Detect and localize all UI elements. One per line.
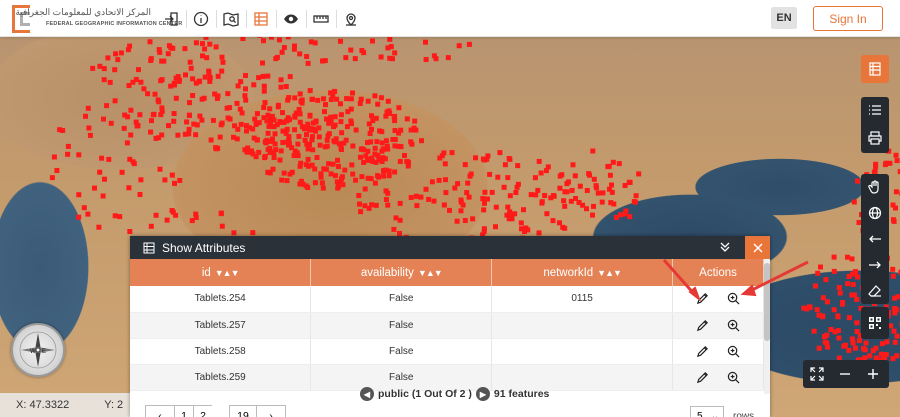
location-pin-icon[interactable] bbox=[336, 8, 366, 30]
panel-header: Show Attributes bbox=[130, 236, 770, 259]
info-icon[interactable] bbox=[186, 8, 216, 30]
features-count: 91 features bbox=[493, 388, 550, 400]
navigation-tools-group bbox=[861, 174, 889, 304]
fullscreen-icon[interactable] bbox=[803, 360, 831, 388]
column-header-id[interactable]: id ▼▲▼ bbox=[130, 259, 312, 286]
scrollbar-thumb[interactable] bbox=[764, 263, 770, 341]
table-row: Tablets.258 False bbox=[130, 338, 764, 365]
coordinate-readout: X: 47.3322 Y: 2 bbox=[0, 393, 135, 417]
filter-sort-icon[interactable]: ▼▲▼ bbox=[418, 268, 443, 278]
layer-tools-group bbox=[861, 97, 889, 153]
zoom-to-feature-icon[interactable] bbox=[727, 371, 740, 384]
top-header: المركز الاتحادي للمعلومات الجغرافية FEDE… bbox=[0, 0, 900, 37]
cell-availability: False bbox=[310, 286, 493, 313]
edit-pencil-icon[interactable] bbox=[696, 292, 709, 305]
language-toggle[interactable]: EN bbox=[771, 7, 797, 29]
globe-icon[interactable] bbox=[861, 200, 889, 226]
compass-rose-icon: W E bbox=[19, 331, 57, 369]
rows-per-page-value: 5 bbox=[697, 410, 703, 417]
qr-code-icon[interactable] bbox=[861, 310, 889, 336]
table-row: Tablets.254 False 0115 bbox=[130, 286, 764, 313]
table-row: Tablets.257 False bbox=[130, 312, 764, 339]
main-toolbar bbox=[156, 8, 366, 30]
cell-actions bbox=[672, 312, 764, 339]
attributes-table: id ▼▲▼ availability ▼▲▼ networkId ▼▲▼ Actio… bbox=[130, 259, 764, 391]
page-last-button[interactable]: 19 bbox=[229, 405, 257, 417]
table-icon[interactable] bbox=[246, 8, 276, 30]
filter-sort-icon[interactable]: ▼▲▼ bbox=[215, 268, 240, 278]
attributes-panel: Show Attributes id ▼▲▼ availability ▼▲▼ ne… bbox=[130, 236, 770, 417]
table-list-icon[interactable] bbox=[861, 55, 889, 83]
login-icon[interactable] bbox=[156, 8, 186, 30]
table-paginator: ‹ 1 2 ... 19 › bbox=[145, 405, 286, 417]
close-panel-button[interactable] bbox=[745, 236, 770, 259]
cell-networkid: 0115 bbox=[491, 286, 674, 313]
cell-id: Tablets.257 bbox=[130, 312, 312, 339]
layer-pager: ◀ public (1 Out Of 2 ) ▶ 91 features bbox=[360, 387, 549, 401]
cell-actions bbox=[672, 364, 764, 391]
rows-label: rows bbox=[733, 411, 755, 417]
table-icon bbox=[143, 242, 155, 253]
cell-actions bbox=[672, 338, 764, 365]
edit-pencil-icon[interactable] bbox=[696, 371, 709, 384]
cell-networkid bbox=[491, 312, 674, 339]
column-header-availability[interactable]: availability ▼▲▼ bbox=[310, 259, 493, 286]
cell-availability: False bbox=[310, 338, 493, 365]
edit-pencil-icon[interactable] bbox=[696, 319, 709, 332]
fgic-logo[interactable]: المركز الاتحادي للمعلومات الجغرافية FEDE… bbox=[12, 4, 182, 34]
close-icon bbox=[753, 243, 762, 252]
zoom-out-icon[interactable] bbox=[831, 360, 859, 388]
prev-layer-button[interactable]: ◀ bbox=[360, 387, 374, 401]
x-coordinate: X: 47.3322 bbox=[16, 399, 70, 411]
qr-code-button[interactable] bbox=[861, 307, 889, 339]
list-icon[interactable] bbox=[861, 97, 889, 123]
zoom-to-feature-icon[interactable] bbox=[727, 292, 740, 305]
prev-page-button[interactable]: ‹ bbox=[145, 405, 175, 417]
map-search-icon[interactable] bbox=[216, 8, 246, 30]
column-header-networkid[interactable]: networkId ▼▲▼ bbox=[491, 259, 674, 286]
eye-icon[interactable] bbox=[276, 8, 306, 30]
y-coordinate: Y: 2 bbox=[104, 399, 124, 411]
layer-pager-text: public (1 Out Of 2 ) bbox=[378, 388, 472, 400]
page-2-button[interactable]: 2 bbox=[193, 405, 213, 417]
edit-pencil-icon[interactable] bbox=[696, 345, 709, 358]
zoom-to-feature-icon[interactable] bbox=[727, 319, 740, 332]
zoom-in-icon[interactable] bbox=[859, 360, 887, 388]
cell-availability: False bbox=[310, 312, 493, 339]
collapse-chevron-icon[interactable] bbox=[718, 240, 732, 254]
page-ellipsis: ... bbox=[212, 405, 230, 417]
cell-id: Tablets.258 bbox=[130, 338, 312, 365]
zoom-controls bbox=[803, 360, 889, 388]
svg-text:W: W bbox=[30, 349, 36, 355]
cell-id: Tablets.254 bbox=[130, 286, 312, 313]
column-header-actions: Actions bbox=[672, 259, 764, 286]
table-scrollbar[interactable] bbox=[764, 259, 770, 394]
arrow-right-icon[interactable] bbox=[861, 252, 889, 278]
arrow-left-icon[interactable] bbox=[861, 226, 889, 252]
cell-id: Tablets.259 bbox=[130, 364, 312, 391]
zoom-to-feature-icon[interactable] bbox=[727, 345, 740, 358]
compass-widget[interactable]: W E bbox=[11, 323, 65, 377]
rows-per-page-select[interactable]: 5 ⌄ bbox=[690, 406, 724, 417]
logo-arabic-text: المركز الاتحادي للمعلومات الجغرافية bbox=[15, 7, 151, 17]
sign-in-button[interactable]: Sign In bbox=[813, 6, 883, 31]
filter-sort-icon[interactable]: ▼▲▼ bbox=[597, 268, 622, 278]
pan-hand-icon[interactable] bbox=[861, 174, 889, 200]
svg-text:E: E bbox=[42, 349, 46, 355]
cell-actions bbox=[672, 286, 764, 313]
attributes-toggle-button[interactable] bbox=[861, 55, 889, 83]
chevron-down-icon: ⌄ bbox=[710, 410, 719, 417]
page-1-button[interactable]: 1 bbox=[174, 405, 194, 417]
eraser-icon[interactable] bbox=[861, 278, 889, 304]
ruler-icon[interactable] bbox=[306, 8, 336, 30]
print-icon[interactable] bbox=[861, 123, 889, 153]
next-page-button[interactable]: › bbox=[256, 405, 286, 417]
cell-networkid bbox=[491, 338, 674, 365]
panel-title: Show Attributes bbox=[162, 240, 246, 255]
next-layer-button[interactable]: ▶ bbox=[475, 387, 490, 401]
table-header-row: id ▼▲▼ availability ▼▲▼ networkId ▼▲▼ Actio… bbox=[130, 259, 764, 286]
